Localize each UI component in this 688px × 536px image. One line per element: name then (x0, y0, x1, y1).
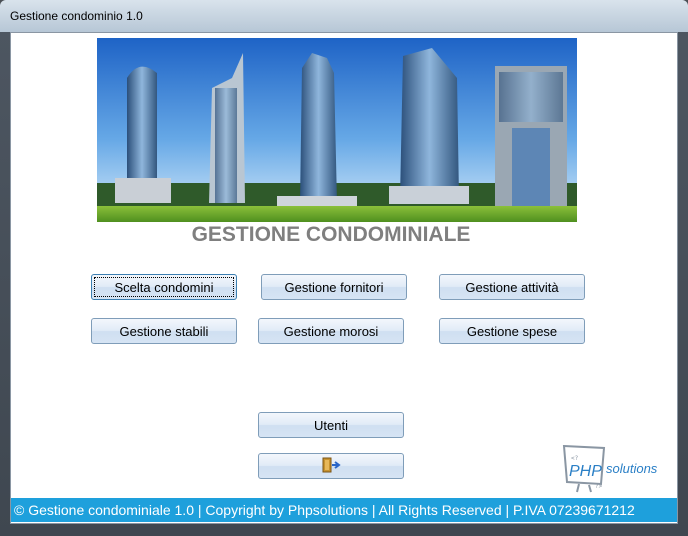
exit-button[interactable] (258, 453, 404, 479)
banner-image (97, 38, 577, 222)
phpsolutions-logo: <? PHP solutions ?> (559, 444, 669, 496)
gestione-fornitori-button[interactable]: Gestione fornitori (261, 274, 407, 300)
application-window: Gestione condominio 1.0 GESTIONE CONDOMI… (0, 0, 688, 536)
window-title: Gestione condominio 1.0 (10, 9, 143, 23)
scelta-condomini-button[interactable]: Scelta condomini (91, 274, 237, 300)
gestione-stabili-button[interactable]: Gestione stabili (91, 318, 237, 344)
exit-door-icon (321, 457, 341, 476)
gestione-spese-button[interactable]: Gestione spese (439, 318, 585, 344)
gestione-morosi-button[interactable]: Gestione morosi (258, 318, 404, 344)
title-bar[interactable]: Gestione condominio 1.0 (0, 0, 688, 32)
page-title: GESTIONE CONDOMINIALE (191, 223, 471, 246)
footer-bar: © Gestione condominiale 1.0 | Copyright … (11, 498, 677, 522)
svg-text:solutions: solutions (606, 461, 658, 476)
main-form: GESTIONE CONDOMINIALE Scelta condomini G… (10, 32, 678, 524)
svg-text:<?: <? (571, 455, 579, 462)
gestione-attivita-button[interactable]: Gestione attività (439, 274, 585, 300)
monitor-logo-icon: <? PHP solutions ?> (562, 444, 658, 493)
svg-text:?>: ?> (595, 483, 603, 490)
svg-text:PHP: PHP (569, 463, 602, 480)
utenti-button[interactable]: Utenti (258, 412, 404, 438)
skyscrapers-illustration (97, 38, 577, 222)
